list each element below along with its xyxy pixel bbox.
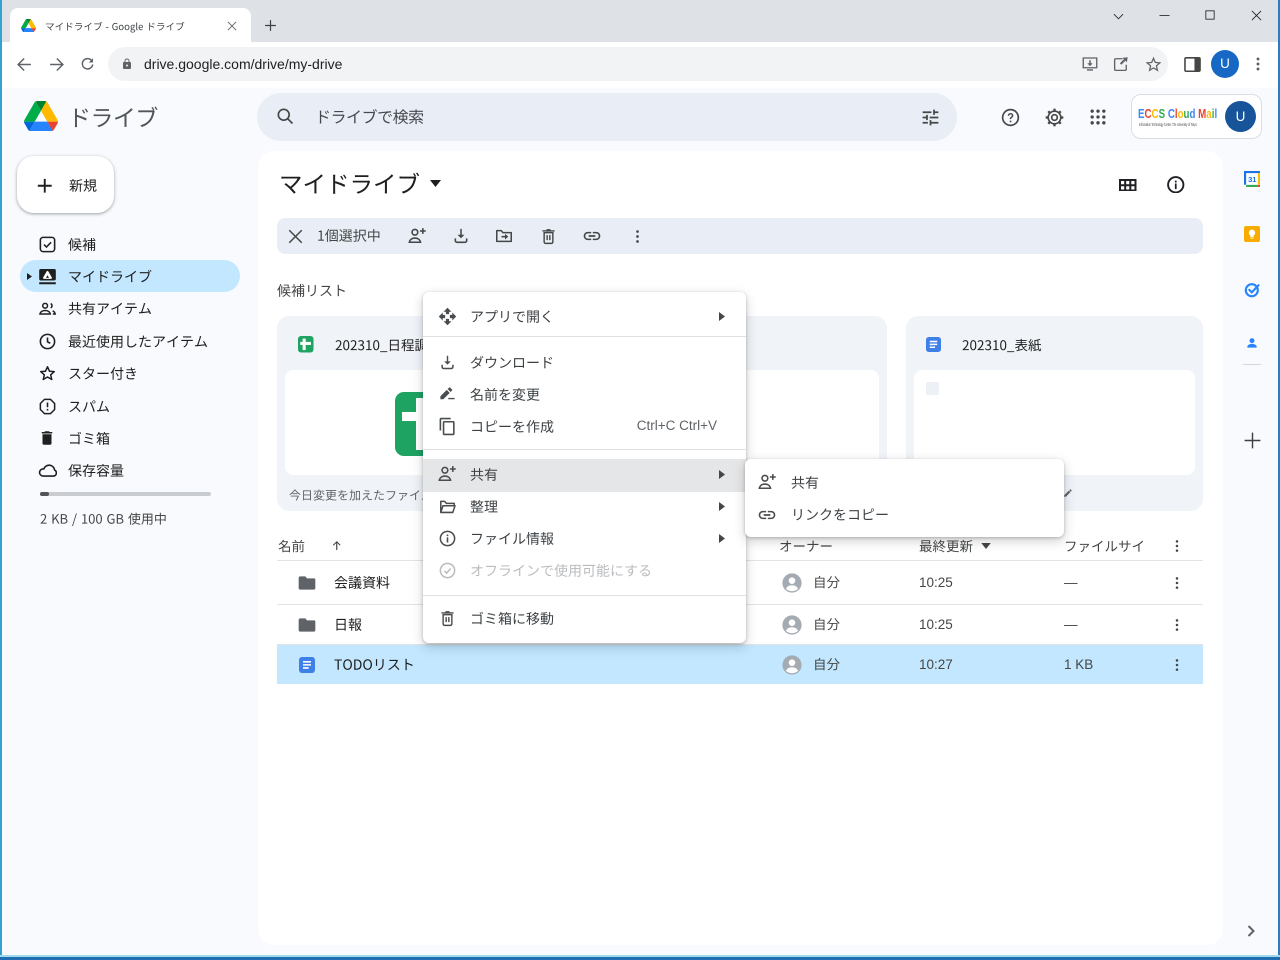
svg-text:31: 31 — [1248, 175, 1256, 184]
